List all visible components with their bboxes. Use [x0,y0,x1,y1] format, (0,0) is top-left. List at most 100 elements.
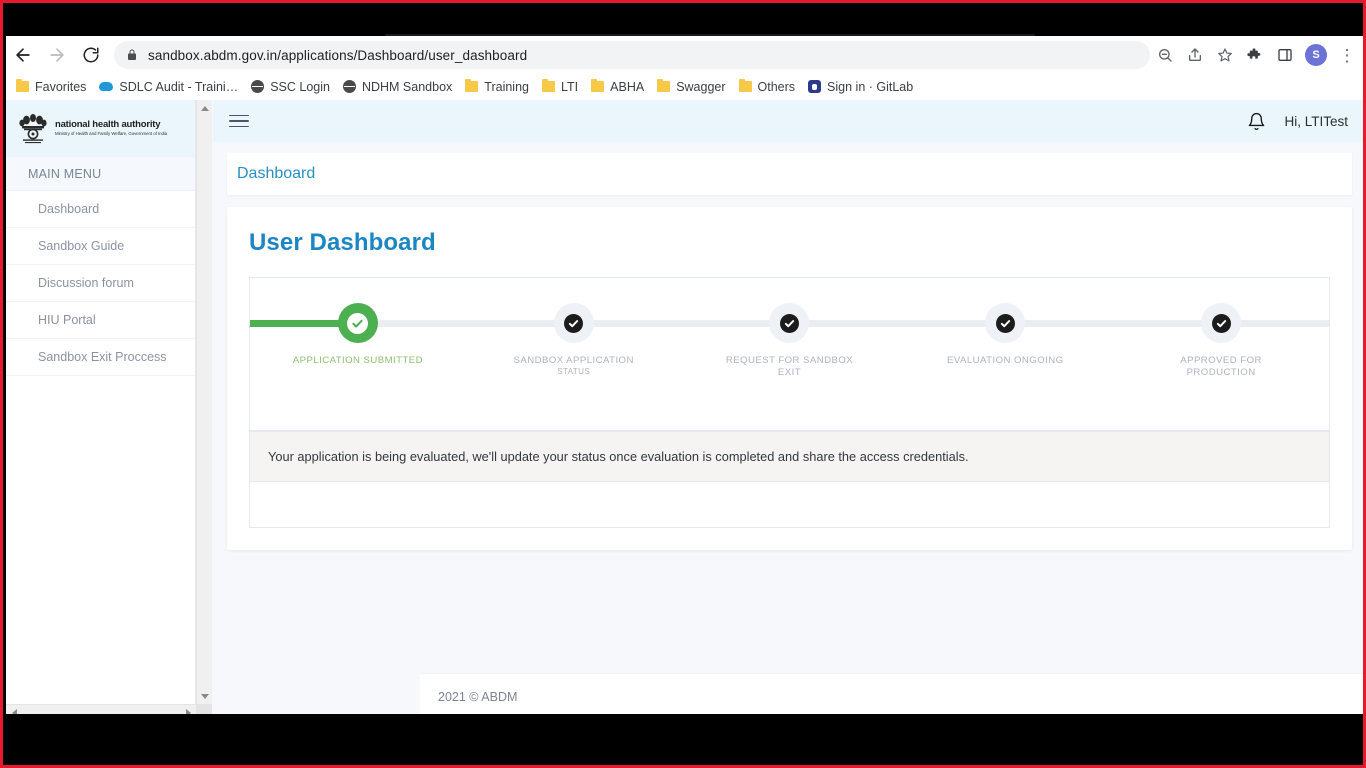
page-viewport: national health authority Ministry of He… [6,100,1363,720]
sidebar-item-sandbox-guide[interactable]: Sandbox Guide [6,228,195,265]
kebab-menu-icon[interactable]: ⋮ [1332,40,1362,70]
folder-icon [738,79,752,92]
sidebar-item-hiu-portal[interactable]: HIU Portal [6,302,195,339]
bookmark-label: Training [484,79,529,94]
bookmark-lti[interactable]: LTI [542,79,579,94]
sidebar-item-dashboard[interactable]: Dashboard [6,191,195,228]
scroll-up-arrow-icon[interactable] [197,100,213,116]
lock-icon [126,48,138,62]
bookmark-ndhm-sandbox[interactable]: NDHM Sandbox [342,79,453,94]
side-panel-icon[interactable] [1270,40,1300,70]
address-bar[interactable]: sandbox.abdm.gov.in/applications/Dashboa… [114,41,1150,69]
url-text: sandbox.abdm.gov.in/applications/Dashboa… [148,47,528,63]
step-label-main: REQUEST FOR SANDBOX EXIT [725,355,854,378]
brand-logo[interactable]: national health authority Ministry of He… [6,100,195,157]
status-message: Your application is being evaluated, we'… [249,431,1330,481]
folder-icon [542,79,555,92]
step-approved-for-production[interactable]: APPROVED FOR PRODUCTION [1113,278,1329,379]
bookmark-abha[interactable]: ABHA [591,79,645,94]
hamburger-icon[interactable] [229,111,249,132]
step-evaluation-ongoing[interactable]: EVALUATION ONGOING [897,278,1113,379]
bookmark-label: LTI [561,79,579,94]
step-application-submitted[interactable]: APPLICATION SUBMITTED [250,278,466,379]
folder-icon [465,79,479,92]
folder-icon [591,79,605,92]
globe-icon [342,80,356,93]
brand-ministry: Ministry of Health and Family Welfare, G… [55,131,168,137]
bookmark-ssc-login[interactable]: SSC Login [251,80,330,94]
sidebar-section-title: MAIN MENU [6,157,195,191]
step-node [769,303,810,343]
folder-icon [657,79,671,92]
profile-avatar[interactable]: S [1305,44,1327,66]
sidebar: national health authority Ministry of He… [6,100,196,720]
sidebar-item-sandbox-exit-proccess[interactable]: Sandbox Exit Proccess [6,339,195,376]
window-bottom-bar [6,714,1363,762]
bookmark-favorites[interactable]: Favorites [16,79,87,94]
bookmark-label: SSC Login [270,79,330,94]
puzzle-piece-icon[interactable] [1240,40,1270,70]
bookmark-others[interactable]: Others [738,79,796,94]
dashboard-panel: User Dashboard APPLICATION SUBMITTED SAN… [227,207,1352,550]
check-circle-icon [1211,313,1231,333]
check-circle-icon [564,313,584,333]
sidebar-item-label: Discussion forum [38,276,134,290]
share-icon[interactable] [1180,40,1210,70]
step-label: APPLICATION SUBMITTED [293,355,423,367]
step-label-sub: STATUS [557,366,591,376]
header-actions: Hi, LTITest [1247,111,1348,132]
bookmark-label: ABHA [610,79,645,94]
sidebar-item-label: Sandbox Guide [38,239,125,253]
step-label: REQUEST FOR SANDBOX EXIT [714,355,864,379]
folder-icon [16,79,29,92]
step-node [553,303,594,343]
bookmark-swagger[interactable]: Swagger [657,79,726,94]
sidebar-item-discussion-forum[interactable]: Discussion forum [6,265,195,302]
screen: sandbox.abdm.gov.in/applications/Dashboa… [0,0,1366,768]
app-header: Hi, LTITest [213,100,1363,142]
step-request-for-sandbox-exit[interactable]: REQUEST FOR SANDBOX EXIT [682,278,898,379]
sidebar-item-label: Dashboard [38,202,100,216]
bookmark-training[interactable]: Training [465,79,529,94]
brand-name: national health authority [55,119,161,131]
bookmark-label: SDLC Audit - Traini… [119,79,239,94]
bell-icon[interactable] [1247,111,1266,132]
bookmark-label: NDHM Sandbox [361,79,453,94]
user-greeting[interactable]: Hi, LTITest [1284,114,1348,129]
page-title: Dashboard [237,165,316,182]
step-label-main: SANDBOX APPLICATION [513,355,634,366]
sidebar-vertical-scrollbar[interactable] [196,100,212,704]
step-label: SANDBOX APPLICATION STATUS [514,355,634,377]
bookmark-gitlab[interactable]: Sign in · GitLab [808,80,913,94]
step-label: APPROVED FOR PRODUCTION [1146,355,1296,379]
bookmark-label: Favorites [35,79,87,94]
bookmark-label: Others [757,79,796,94]
gitlab-icon [808,80,822,93]
panel-title: User Dashboard [249,229,436,256]
brand-text: national health authority Ministry of He… [55,120,167,137]
back-icon[interactable] [6,38,40,72]
zoom-out-icon[interactable] [1150,40,1180,70]
check-circle-icon [995,313,1015,333]
progress-stepper: APPLICATION SUBMITTED SANDBOX APPLICATIO… [249,277,1330,431]
step-label: EVALUATION ONGOING [947,355,1064,367]
scroll-down-arrow-icon[interactable] [197,688,213,704]
breadcrumb: Dashboard [227,153,1352,195]
step-sandbox-application-status[interactable]: SANDBOX APPLICATION STATUS [466,278,682,379]
sidebar-item-label: Sandbox Exit Proccess [38,350,167,364]
sidebar-item-label: HIU Portal [38,313,96,327]
step-label-main: EVALUATION ONGOING [947,355,1064,366]
globe-icon [251,80,265,93]
browser-tab-strip [3,3,1363,36]
reload-icon[interactable] [74,38,108,72]
bookmark-label: Sign in · GitLab [827,79,914,94]
step-node [1201,303,1242,343]
forward-icon[interactable] [40,38,74,72]
national-emblem-icon [16,110,50,148]
content-area: Dashboard User Dashboard APPLICATION SUB… [213,142,1363,550]
stepper-steps: APPLICATION SUBMITTED SANDBOX APPLICATIO… [250,278,1329,379]
check-circle-icon [779,313,799,333]
bookmark-sdlc-audit[interactable]: SDLC Audit - Traini… [99,80,238,94]
bookmarks-bar: Favorites SDLC Audit - Traini… SSC Login… [6,74,1363,100]
star-icon[interactable] [1210,40,1240,70]
